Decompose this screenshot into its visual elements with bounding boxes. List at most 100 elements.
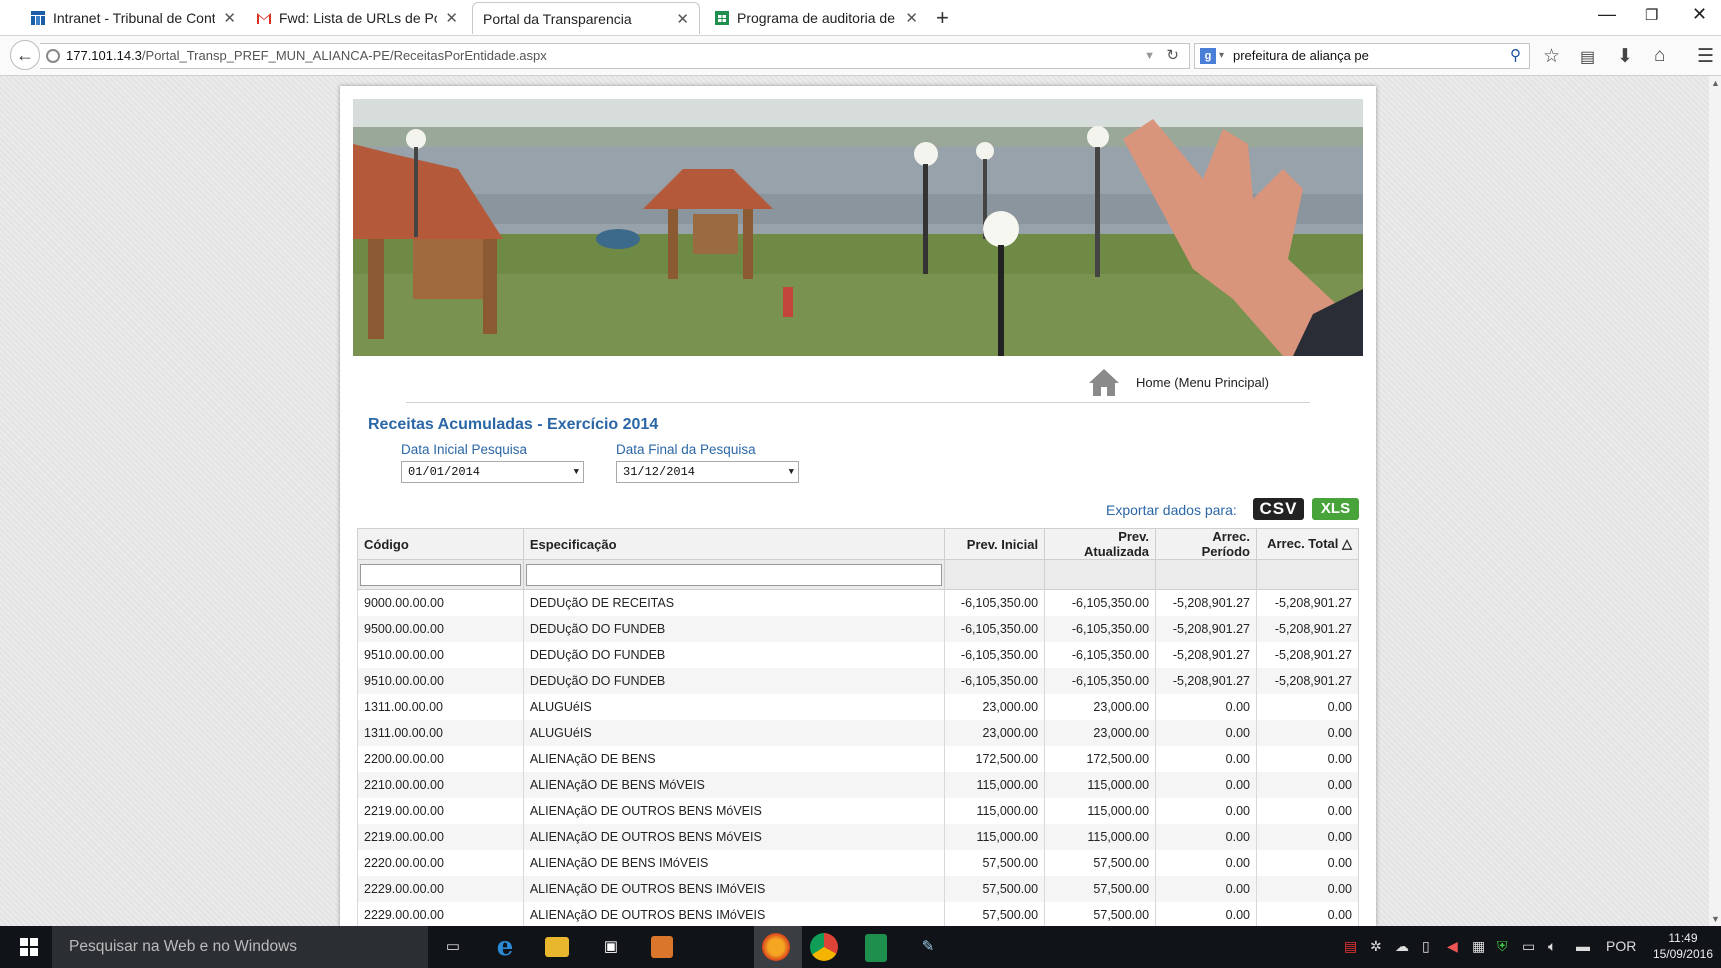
cell-arrec-total: 0.00 (1256, 771, 1359, 798)
back-button[interactable]: ← (10, 40, 40, 70)
reading-list-icon[interactable]: ▤ (1580, 47, 1595, 67)
vertical-scrollbar[interactable]: ▲ ▼ (1709, 76, 1721, 926)
tab-portal-transparencia[interactable]: Portal da Transparencia ✕ (472, 2, 700, 34)
date-end-label: Data Final da Pesquisa (616, 442, 756, 457)
table-row[interactable]: 2219.00.00.00 ALIENAçãO DE OUTROS BENS Mó… (357, 797, 1359, 824)
notifications-icon[interactable]: ▬ (1576, 938, 1590, 954)
cell-prev-inicial: -6,105,350.00 (944, 641, 1046, 668)
cloud-tray-icon[interactable]: ☁ (1395, 938, 1409, 955)
menu-icon[interactable]: ☰ (1697, 45, 1714, 68)
volume-icon[interactable]: 🔈︎ (1548, 938, 1556, 955)
taskbar-search-box[interactable]: Pesquisar na Web e no Windows (52, 926, 428, 968)
reload-icon[interactable]: ↻ (1166, 44, 1179, 68)
column-header-arrec-total[interactable]: Arrec. Total △ (1256, 528, 1359, 560)
dropdown-arrow-icon[interactable]: ▼ (1144, 44, 1155, 68)
app-tray-icon[interactable]: ▦ (1472, 938, 1485, 955)
network-tray-icon[interactable]: ✲ (1370, 938, 1382, 955)
table-row[interactable]: 2229.00.00.00 ALIENAçãO DE OUTROS BENS IM… (357, 901, 1359, 928)
usb-tray-icon[interactable]: ▯ (1422, 938, 1430, 955)
cell-prev-atualizada: 23,000.00 (1044, 693, 1157, 720)
cell-prev-atualizada: -6,105,350.00 (1044, 615, 1157, 642)
table-row[interactable]: 2219.00.00.00 ALIENAçãO DE OUTROS BENS Mó… (357, 823, 1359, 850)
media-player-icon[interactable] (651, 936, 673, 958)
home-icon[interactable]: ⌂ (1654, 45, 1665, 67)
close-icon[interactable]: ✕ (223, 9, 236, 27)
cell-prev-inicial: -6,105,350.00 (944, 667, 1046, 694)
firefox-icon[interactable] (762, 933, 790, 961)
column-header-especificacao[interactable]: Especificação (522, 528, 946, 560)
date-start-select[interactable]: 01/01/2014 ▼ (401, 461, 584, 483)
language-indicator[interactable]: POR (1606, 938, 1636, 954)
close-window-icon[interactable]: ✕ (1692, 4, 1707, 25)
table-row[interactable]: 9510.00.00.00 DEDUçãO DO FUNDEB -6,105,350… (357, 667, 1359, 694)
edge-icon[interactable]: e (491, 933, 519, 961)
tab-intranet[interactable]: Intranet - Tribunal de Cont... ✕ (20, 2, 246, 34)
scroll-up-icon[interactable]: ▲ (1711, 78, 1720, 88)
date-end-value: 31/12/2014 (623, 465, 696, 479)
column-header-codigo[interactable]: Código (357, 528, 524, 560)
address-bar[interactable]: 177.101.14.3/Portal_Transp_PREF_MUN_ALIA… (40, 43, 1190, 69)
header-banner-image (353, 99, 1363, 356)
windows-start-icon[interactable] (20, 938, 38, 956)
file-explorer-icon[interactable] (545, 937, 569, 957)
minimize-icon[interactable]: — (1598, 4, 1616, 25)
codigo-filter-input[interactable] (360, 563, 521, 586)
tab-programa-auditoria[interactable]: Programa de auditoria de ... ✕ (704, 2, 928, 34)
table-body: 9000.00.00.00 DEDUçãO DE RECEITAS -6,105,3… (357, 589, 1359, 928)
store-icon[interactable]: ▣ (597, 933, 625, 961)
close-icon[interactable]: ✕ (676, 10, 689, 28)
table-row[interactable]: 2210.00.00.00 ALIENAçãO DE BENS MóVEIS 115… (357, 771, 1359, 798)
gmail-icon (256, 10, 272, 26)
chrome-icon[interactable] (810, 933, 838, 961)
cell-prev-inicial: 57,500.00 (944, 901, 1046, 928)
export-xls-button[interactable]: XLS (1312, 498, 1359, 520)
pinned-app-icon[interactable]: ✎ (914, 933, 942, 961)
table-row[interactable]: 9000.00.00.00 DEDUçãO DE RECEITAS -6,105,3… (357, 589, 1359, 616)
chevron-down-icon[interactable]: ▾ (1219, 44, 1224, 68)
cell-prev-atualizada: 57,500.00 (1044, 901, 1157, 928)
table-row[interactable]: 2200.00.00.00 ALIENAçãO DE BENS 172,500.00… (357, 745, 1359, 772)
especificacao-filter-input[interactable] (525, 563, 943, 586)
column-header-prev-atualizada[interactable]: Prev. Atualizada (1044, 528, 1157, 560)
search-icon[interactable]: ⚲ (1510, 44, 1521, 68)
speaker-alert-tray-icon[interactable]: ◀ (1447, 938, 1458, 955)
new-tab-button[interactable]: + (936, 5, 949, 31)
table-row[interactable]: 9500.00.00.00 DEDUçãO DO FUNDEB -6,105,350… (357, 615, 1359, 642)
search-input[interactable]: g ▾ prefeitura de aliança pe ⚲ (1194, 43, 1530, 69)
google-icon: g (1200, 48, 1216, 64)
cell-especificacao: ALIENAçãO DE BENS (522, 745, 946, 772)
home-menu-link[interactable]: Home (Menu Principal) (1088, 366, 1269, 398)
shield-tray-icon[interactable]: ⛨ (1497, 938, 1508, 955)
task-view-icon[interactable]: ▭ (439, 933, 467, 961)
cell-prev-atualizada: -6,105,350.00 (1044, 589, 1157, 616)
cell-codigo: 9500.00.00.00 (357, 615, 524, 642)
table-row[interactable]: 1311.00.00.00 ALUGUéIS 23,000.00 23,000.00 0… (357, 693, 1359, 720)
export-csv-button[interactable]: CSV (1253, 498, 1304, 520)
scroll-down-icon[interactable]: ▼ (1711, 914, 1720, 924)
column-header-arrec-periodo[interactable]: Arrec. Período (1155, 528, 1257, 560)
close-icon[interactable]: ✕ (905, 9, 918, 27)
sheets-icon[interactable] (865, 934, 887, 962)
table-row[interactable]: 1311.00.00.00 ALUGUéIS 23,000.00 23,000.00 0… (357, 719, 1359, 746)
table-row[interactable]: 9510.00.00.00 DEDUçãO DO FUNDEB -6,105,350… (357, 641, 1359, 668)
restore-icon[interactable]: ❐ (1645, 6, 1658, 24)
table-row[interactable]: 2229.00.00.00 ALIENAçãO DE OUTROS BENS IM… (357, 875, 1359, 902)
cell-arrec-periodo: 0.00 (1155, 771, 1257, 798)
wifi-tray-icon[interactable]: ▭ (1522, 938, 1535, 955)
cell-codigo: 2200.00.00.00 (357, 745, 524, 772)
cell-prev-inicial: 172,500.00 (944, 745, 1046, 772)
bookmark-star-icon[interactable]: ☆ (1543, 45, 1560, 68)
cell-arrec-periodo: 0.00 (1155, 693, 1257, 720)
table-row[interactable]: 2220.00.00.00 ALIENAçãO DE BENS IMóVEIS 57… (357, 849, 1359, 876)
column-header-prev-inicial[interactable]: Prev. Inicial (944, 528, 1046, 560)
date-end-select[interactable]: 31/12/2014 ▼ (616, 461, 799, 483)
close-icon[interactable]: ✕ (445, 9, 458, 27)
pdf-tray-icon[interactable]: ▤ (1344, 938, 1357, 955)
system-clock[interactable]: 11:49 15/09/2016 (1653, 930, 1713, 962)
filter-row (357, 559, 1359, 590)
cell-arrec-total: -5,208,901.27 (1256, 589, 1359, 616)
cell-codigo: 1311.00.00.00 (357, 693, 524, 720)
tab-gmail[interactable]: Fwd: Lista de URLs de Port... ✕ (246, 2, 468, 34)
download-icon[interactable]: ⬇ (1617, 45, 1633, 68)
cell-arrec-periodo: -5,208,901.27 (1155, 615, 1257, 642)
